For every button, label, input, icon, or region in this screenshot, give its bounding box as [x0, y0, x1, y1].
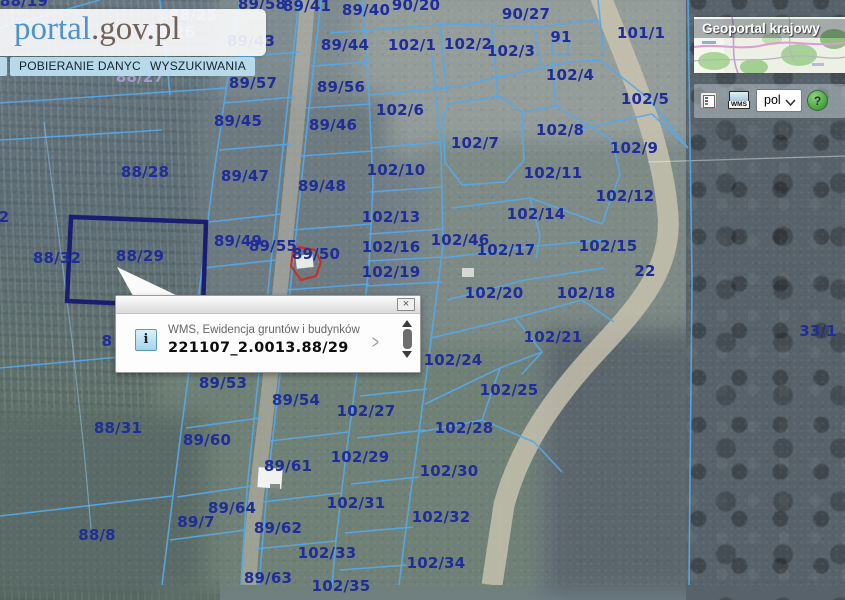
parcel-label-102-28: 102/28 — [435, 419, 494, 437]
parcel-label-102-4: 102/4 — [546, 66, 594, 84]
popup-source-line: WMS, Ewidencja gruntów i budynków — [168, 324, 360, 336]
parcel-label-90-27: 90/27 — [502, 5, 550, 23]
parcel-label-102-15: 102/15 — [579, 237, 638, 255]
parcel-label-102-13: 102/13 — [362, 208, 421, 226]
scroll-down-icon[interactable] — [402, 351, 412, 358]
chevron-down-icon — [785, 99, 796, 106]
parcel-label-102-3: 102/3 — [487, 42, 535, 60]
feature-info-popup: × i WMS, Ewidencja gruntów i budynków 22… — [115, 295, 421, 373]
overview-panel-title: Geoportal krajowy — [694, 19, 845, 38]
close-icon[interactable]: × — [397, 298, 415, 311]
parcel-label-102-16: 102/16 — [362, 238, 421, 256]
parcel-label-102-31: 102/31 — [327, 494, 386, 512]
parcel-label-89-63: 89/63 — [244, 569, 292, 587]
parcel-label-102-21: 102/21 — [524, 328, 583, 346]
parcel-label-102-6: 102/6 — [376, 101, 424, 119]
parcel-label-88-28: 88/28 — [121, 163, 169, 181]
popup-parcel-id: 221107_2.0013.88/29 — [168, 340, 349, 356]
parcel-label-102-17: 102/17 — [477, 241, 536, 259]
parcel-label-89-54: 89/54 — [272, 391, 320, 409]
parcel-label-88-29: 88/29 — [116, 247, 164, 265]
parcel-label-88-31: 88/31 — [94, 419, 142, 437]
parcel-label-89-61: 89/61 — [264, 457, 312, 475]
parcel-label-90-20: 90/20 — [392, 0, 440, 14]
legend-icon[interactable] — [700, 92, 717, 109]
scroll-up-icon[interactable] — [402, 320, 412, 327]
parcel-label-102-9: 102/9 — [610, 139, 658, 157]
parcel-label-102-2: 102/2 — [444, 35, 492, 53]
parcel-label-102-20: 102/20 — [465, 284, 524, 302]
parcel-label-102-8: 102/8 — [536, 121, 584, 139]
menu-button-pobieranie-danych[interactable]: POBIERANIE DANYCH — [10, 57, 159, 76]
parcel-label-102-1: 102/1 — [388, 36, 436, 54]
parcel-label-89-46: 89/46 — [309, 116, 357, 134]
parcel-label-102-34: 102/34 — [407, 554, 466, 572]
parcel-label-88-32: 88/32 — [33, 249, 81, 267]
parcel-label-33-1: 33/1 — [799, 322, 837, 340]
menu-button-wyszukiwania[interactable]: WYSZUKIWANIA — [141, 57, 255, 76]
parcel-label-89-40: 89/40 — [342, 1, 390, 19]
parcel-label-102-32: 102/32 — [412, 508, 471, 526]
parcel-label-102-30: 102/30 — [420, 462, 479, 480]
parcel-label-102-18: 102/18 — [557, 284, 616, 302]
parcel-label-89-56: 89/56 — [317, 78, 365, 96]
parcel-label-89-62: 89/62 — [254, 519, 302, 537]
menu-button-partial[interactable] — [0, 57, 7, 76]
parcel-label-89-64: 89/64 — [208, 499, 256, 517]
parcel-label-89-50: 89/50 — [292, 245, 340, 263]
parcel-label-102-33: 102/33 — [298, 544, 357, 562]
parcel-label-102-5: 102/5 — [621, 90, 669, 108]
parcel-label-8: 8 — [102, 332, 113, 350]
popup-body: i WMS, Ewidencja gruntów i budynków 2211… — [116, 314, 420, 372]
parcel-label-22: 22 — [634, 262, 655, 280]
parcel-label-102-14: 102/14 — [507, 205, 566, 223]
parcel-label-89-47: 89/47 — [221, 167, 269, 185]
parcel-label-89-55: 89/55 — [249, 237, 297, 255]
scrollbar-thumb[interactable] — [403, 329, 412, 349]
popup-scrollbar[interactable] — [400, 318, 414, 368]
parcel-label-89-44: 89/44 — [321, 36, 369, 54]
info-icon: i — [135, 329, 157, 351]
parcel-label-102-12: 102/12 — [596, 187, 655, 205]
parcel-label-102-24: 102/24 — [424, 351, 483, 369]
overview-map-panel[interactable]: Geoportal krajowy — [694, 17, 845, 73]
parcel-label-102-11: 102/11 — [524, 164, 583, 182]
map-toolbar: WMS pol ? — [694, 84, 845, 118]
wms-icon[interactable]: WMS — [727, 91, 751, 112]
parcel-label-102-19: 102/19 — [362, 263, 421, 281]
language-select-value: pol — [764, 93, 781, 107]
parcel-label-102-10: 102/10 — [367, 161, 426, 179]
chevron-right-icon[interactable]: > — [372, 331, 379, 353]
legend-icon-inner — [703, 95, 715, 108]
logo-part-govpl: .gov.pl — [91, 11, 181, 47]
geoportal-logo[interactable]: portal.gov.pl — [14, 13, 181, 46]
logo-part-portal: portal — [14, 11, 91, 47]
parcel-label-101-1: 101/1 — [617, 24, 665, 42]
parcel-label-88-8: 88/8 — [78, 526, 116, 544]
parcel-label-89-48: 89/48 — [298, 177, 346, 195]
parcel-label-89-41: 89/41 — [283, 0, 331, 15]
parcel-label-102-35: 102/35 — [312, 577, 371, 595]
parcel-label-89-57: 89/57 — [229, 74, 277, 92]
parcel-label-89-45: 89/45 — [214, 112, 262, 130]
help-button[interactable]: ? — [807, 90, 828, 111]
parcel-label-89-53: 89/53 — [199, 374, 247, 392]
parcel-label-102-27: 102/27 — [337, 402, 396, 420]
wms-icon-label: WMS — [728, 101, 750, 109]
parcel-label-91: 91 — [550, 28, 571, 46]
parcel-label-102-7: 102/7 — [451, 134, 499, 152]
parcel-label-89-7: 89/7 — [177, 513, 215, 531]
parcel-label-89-60: 89/60 — [183, 431, 231, 449]
parcel-label-102-25: 102/25 — [480, 381, 539, 399]
parcel-label-2: 2 — [0, 208, 9, 226]
language-select[interactable]: pol — [756, 89, 802, 112]
parcel-label-102-29: 102/29 — [331, 448, 390, 466]
popup-header[interactable]: × — [116, 296, 420, 314]
